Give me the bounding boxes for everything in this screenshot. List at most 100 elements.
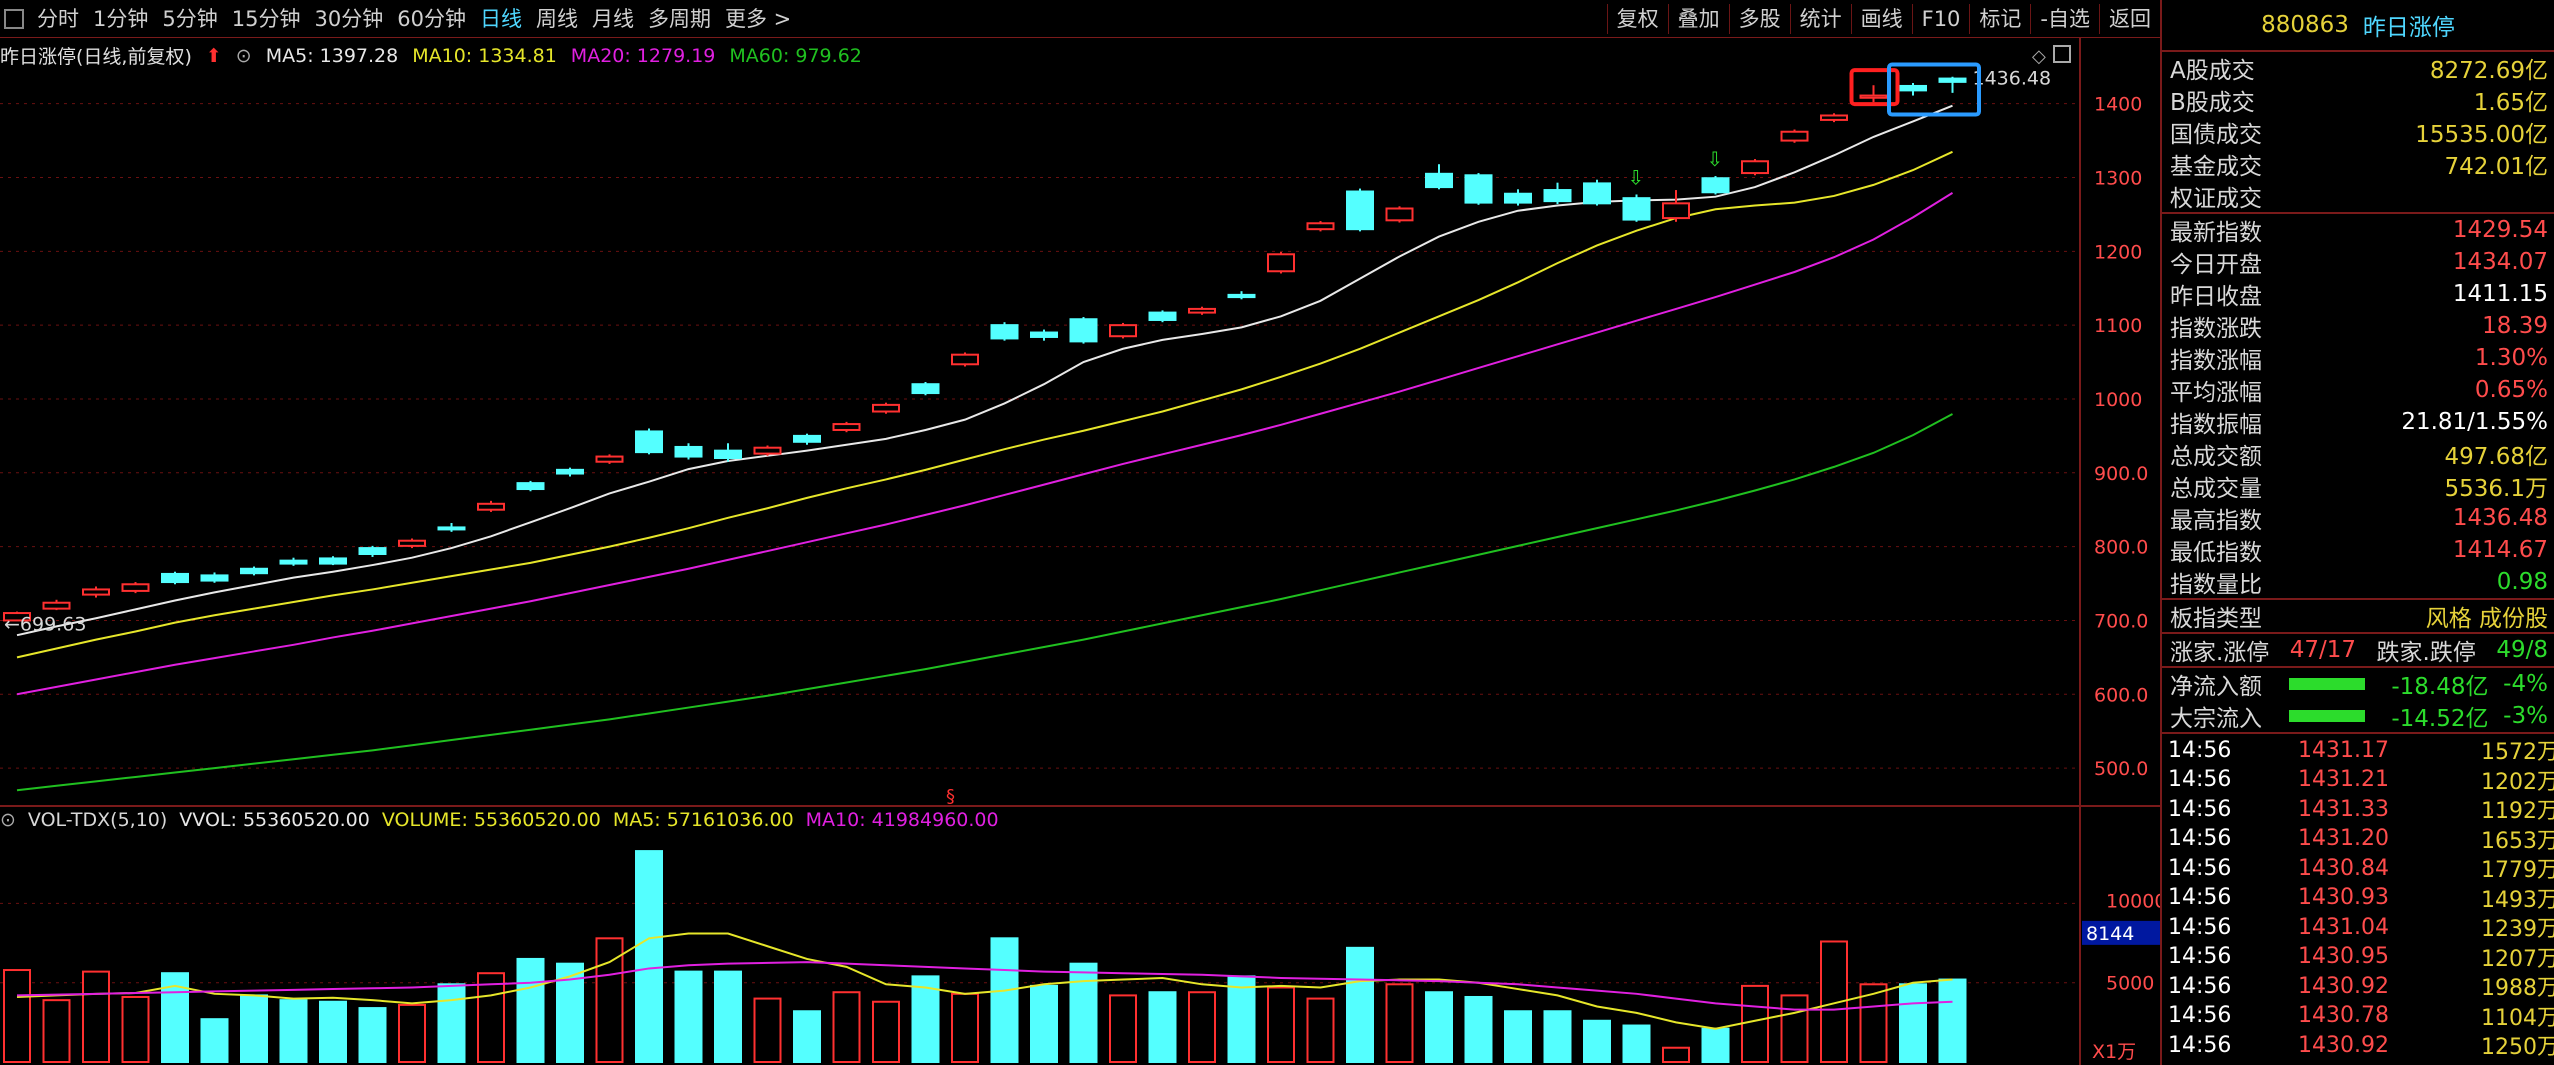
tick-time: 14:56 (2168, 796, 2232, 822)
tool-button[interactable]: 多股 (1728, 4, 1790, 34)
tick-time: 14:56 (2168, 944, 2232, 969)
stat-row: 昨日收盘 1411.15 (2162, 278, 2554, 310)
tab-period[interactable]: 更多 > (718, 4, 798, 34)
candle[interactable] (793, 433, 821, 445)
tick-volume: 1493万 (2480, 887, 2554, 913)
tool-button[interactable]: 画线 (1850, 4, 1912, 34)
candle[interactable] (951, 352, 979, 367)
candle[interactable] (635, 428, 663, 455)
candle-body (595, 455, 624, 463)
tick-time: 14:56 (2168, 737, 2232, 763)
tab-period[interactable]: 60分钟 (390, 4, 473, 34)
tool-button[interactable]: 标记 (1969, 4, 2030, 34)
kline-chart[interactable]: 500.0 600.0 700.0 800.0 900.0 1000 1100 1200 130… (0, 38, 2160, 1065)
tab-period[interactable]: 1分钟 (86, 4, 155, 34)
candle[interactable] (1820, 113, 1848, 123)
candle[interactable] (556, 467, 584, 477)
candle[interactable] (1267, 252, 1295, 274)
candle[interactable] (714, 443, 742, 462)
stat-label: B股成交 (2170, 90, 2255, 116)
candle[interactable] (1662, 190, 1690, 222)
candle[interactable] (1188, 306, 1216, 315)
candle[interactable] (1543, 182, 1572, 205)
candle[interactable] (595, 454, 624, 464)
candle[interactable] (1464, 173, 1493, 205)
tab-period[interactable]: 多周期 (641, 4, 718, 34)
candle[interactable] (358, 545, 387, 557)
tool-button[interactable]: 复权 (1606, 4, 1668, 34)
candle[interactable] (1385, 206, 1414, 223)
candle-body (1938, 77, 1967, 83)
candle[interactable] (82, 586, 110, 598)
candle[interactable] (398, 538, 426, 549)
candle[interactable] (1030, 329, 1058, 341)
candle[interactable] (1425, 164, 1453, 190)
candle[interactable] (872, 402, 900, 414)
candle[interactable] (1780, 129, 1809, 143)
candle[interactable] (1346, 188, 1374, 232)
candle[interactable] (1227, 291, 1256, 300)
tab-period[interactable]: 5分钟 (155, 4, 224, 34)
candle[interactable] (990, 322, 1019, 341)
tick-row: 14:56 1430.78 1104万 (2162, 1000, 2554, 1031)
candle[interactable] (279, 557, 308, 566)
board-type-value[interactable]: 风格 成份股 (2426, 599, 2548, 633)
volume-bar (1899, 983, 1927, 1063)
volume-bar (82, 970, 110, 1063)
candle[interactable] (200, 572, 229, 583)
candle[interactable] (1069, 317, 1098, 344)
volume-bar (1109, 994, 1137, 1064)
tab-period[interactable]: 15分钟 (225, 4, 308, 34)
tab-period[interactable]: 周线 (529, 4, 585, 34)
tool-button[interactable]: 叠加 (1667, 4, 1729, 34)
stat-label: 平均涨幅 (2170, 380, 2262, 406)
candle[interactable] (1938, 76, 1967, 93)
tool-button[interactable]: 统计 (1789, 4, 1851, 34)
candle[interactable] (1109, 322, 1137, 339)
tab-period[interactable]: 日线 (473, 4, 529, 34)
candle[interactable] (1306, 221, 1335, 232)
candle[interactable] (1622, 194, 1651, 222)
candle[interactable] (753, 445, 782, 456)
stat-value: 15535.00亿 (2415, 122, 2548, 148)
candle[interactable] (1148, 310, 1177, 323)
tool-button[interactable]: -自选 (2030, 4, 2099, 34)
stat-label: 最新指数 (2170, 220, 2262, 246)
flow-row: 净流入额 -18.48亿 -4% (2162, 668, 2554, 700)
stat-label: 指数涨幅 (2170, 348, 2262, 374)
candle[interactable] (319, 556, 347, 566)
tick-volume: 1572万 (2480, 740, 2554, 765)
candle-body (240, 567, 268, 575)
candle[interactable] (1899, 83, 1927, 96)
candle-body (1425, 172, 1453, 189)
stat-row: 最新指数 1429.54 (2162, 214, 2554, 246)
candle[interactable] (1583, 179, 1611, 206)
candle[interactable] (161, 571, 189, 585)
diamond-icon[interactable]: ◇ (2032, 46, 2046, 67)
tick-list[interactable]: 14:56 1431.17 1572万 14:56 1431.21 1202万 14:56 1… (2162, 734, 2554, 1061)
stat-label: 最低指数 (2170, 540, 2262, 566)
candle[interactable] (1859, 85, 1888, 103)
candle[interactable] (674, 443, 703, 460)
candle[interactable] (121, 582, 150, 594)
candle[interactable] (832, 421, 861, 433)
tool-button[interactable]: F10 (1911, 4, 1970, 34)
candle[interactable] (911, 381, 940, 396)
flow-pct: -3% (2503, 703, 2548, 729)
candle[interactable] (1701, 176, 1730, 195)
tab-period[interactable]: 分时 (30, 4, 86, 34)
candle[interactable] (477, 500, 505, 512)
candle[interactable] (1741, 159, 1769, 176)
pane-settings-icon[interactable] (2053, 45, 2071, 63)
tab-period[interactable]: 月线 (585, 4, 641, 34)
tab-period[interactable]: 30分钟 (307, 4, 390, 34)
candle[interactable] (437, 522, 466, 532)
candle[interactable] (516, 480, 545, 492)
candle[interactable] (1504, 189, 1532, 206)
candle[interactable] (240, 566, 268, 576)
candle[interactable] (42, 599, 71, 611)
candle-body (82, 588, 110, 596)
panel-toggle-icon[interactable] (4, 9, 24, 29)
tool-button[interactable]: 返回 (2099, 4, 2160, 34)
candle-body (1820, 114, 1848, 121)
